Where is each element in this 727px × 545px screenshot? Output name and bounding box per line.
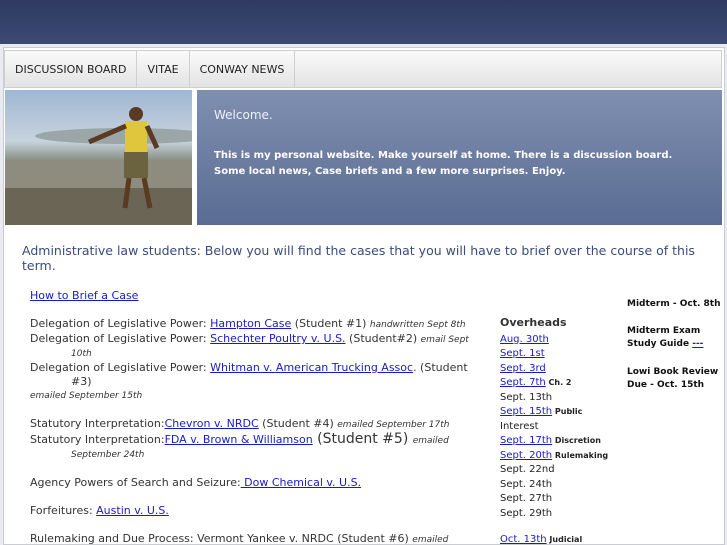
study-guide: Midterm Exam Study Guide --- [627,326,704,349]
hampton-case-link[interactable]: Hampton Case [210,317,291,330]
overheads-list: Overheads Aug. 30th Sept. 1st Sept. 3rd Sep… [500,316,615,545]
list-item: Sept. 29th [500,507,615,522]
schechter-poultry-link[interactable]: Schechter Poultry v. U.S. [210,332,345,345]
nav-discussion-board[interactable]: DISCUSSION BOARD [5,51,138,87]
study-guide-link[interactable]: --- [692,339,703,349]
chevron-link[interactable]: Chevron v. NRDC [165,417,259,430]
list-item: Sept. 24th [500,478,615,493]
list-item: Forfeitures: Austin v. U.S. [30,504,169,517]
list-item: Interest [500,420,615,435]
overhead-link[interactable]: Sept. 15th [500,406,552,417]
course-headline: Administrative law students: Below you w… [22,243,695,273]
person-photo-illustration [5,107,192,225]
list-item: Rulemaking and Due Process: Vermont Yank… [30,532,449,545]
overhead-date: Sept. 27th [500,493,553,504]
overhead-link[interactable]: Sept. 1st [500,348,545,359]
nav-conway-news[interactable]: CONWAY NEWS [190,51,296,87]
list-item: Delegation of Legislative Power: Whitman… [30,361,468,374]
overhead-link[interactable]: Sept. 17th [500,435,552,446]
overhead-link[interactable]: Sept. 20th [500,450,552,461]
list-item: Statutory Interpretation:Chevron v. NRDC… [30,417,450,430]
overhead-date: Sept. 13th [500,391,553,403]
whitman-link[interactable]: Whitman v. American Trucking Assoc [210,361,413,374]
midterm-date: Midterm - Oct. 8th [627,299,721,309]
overheads-title: Overheads [500,316,567,329]
list-item: Sept. 15th Public [500,405,615,420]
overhead-link[interactable]: Sept. 3rd [500,363,546,374]
list-item: Aug. 30th [500,333,615,348]
overhead-link[interactable]: Sept. 7th [500,377,546,388]
overhead-note: Rulemaking [552,450,609,460]
list-item: Sept. 17th Discretion [500,434,615,449]
overhead-date: Sept. 29th [500,507,553,519]
dow-chemical-link[interactable]: Dow Chemical v. U.S. [241,476,361,489]
list-item: Agency Powers of Search and Seizure: Dow… [30,476,362,489]
list-item: Sept. 3rd [500,362,615,377]
header-photo [5,90,192,225]
nav-vitae[interactable]: VITAE [137,51,190,87]
overhead-link[interactable]: Aug. 30th [500,334,549,345]
list-item: Delegation of Legislative Power: Hampton… [30,317,466,330]
lowi-review-due: Lowi Book Review Due - Oct. 15th [627,367,719,390]
case-list: How to Brief a Case Delegation of Legisl… [30,289,480,545]
welcome-heading: Welcome. [214,108,273,122]
main-nav: DISCUSSION BOARD VITAE CONWAY NEWS [4,50,722,88]
list-item: Statutory Interpretation:FDA v. Brown & … [30,431,449,447]
list-item: Sept. 13th [500,391,615,406]
overhead-date: Interest [500,420,539,432]
list-item: Sept. 22nd [500,463,615,478]
overhead-note: Public [552,407,583,416]
overhead-date: Sept. 22nd [500,464,555,475]
list-item: Sept. 20th Rulemaking [500,449,615,464]
overhead-note: Ch. 2 [545,378,572,387]
list-item: Sept. 27th [500,492,615,507]
how-to-brief-link[interactable]: How to Brief a Case [30,289,138,302]
intro-text: This is my personal website. Make yourse… [214,150,673,177]
fda-link[interactable]: FDA v. Brown & Williamson [165,433,313,446]
austin-link[interactable]: Austin v. U.S. [96,504,169,517]
welcome-banner: Welcome. This is my personal website. Ma… [197,90,722,225]
top-bar [0,0,727,44]
list-item: Sept. 1st [500,347,615,362]
overhead-date: Sept. 24th [500,478,553,490]
overhead-note: Discretion [552,436,601,445]
list-item: Sept. 7th Ch. 2 [500,376,615,391]
list-item: Delegation of Legislative Power: Schecht… [30,332,469,345]
overhead-link[interactable]: Oct. 13th [500,534,547,545]
list-item: Oct. 13th Judicial [500,534,583,545]
